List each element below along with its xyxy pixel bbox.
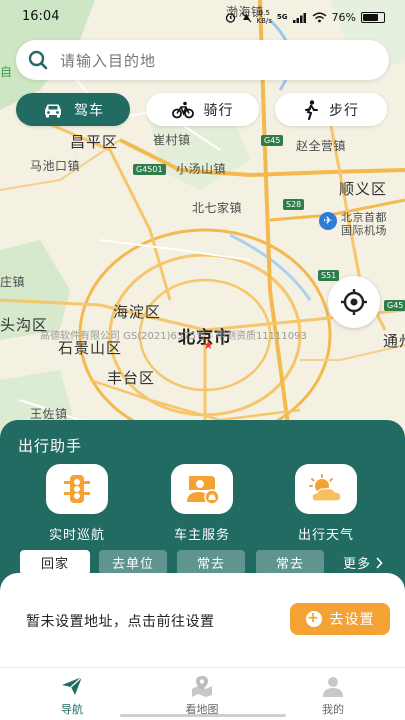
map-label-beiqijia: 北七家镇 <box>192 201 243 215</box>
search-icon <box>28 50 48 70</box>
bicycle-icon <box>171 101 194 118</box>
map-label-zhaoquanying: 赵全营镇 <box>296 139 347 153</box>
signal-icon <box>292 12 306 23</box>
feature-label: 出行天气 <box>297 528 354 543</box>
feature-label: 车主服务 <box>173 528 230 543</box>
navigation-arrow-icon <box>62 676 83 695</box>
battery-percent: 76% <box>331 10 356 24</box>
map-label-haidian: 海淀区 <box>113 303 162 321</box>
map-label-zi: 自 <box>0 65 13 79</box>
nav-label: 我的 <box>322 703 344 716</box>
map-label-changping: 昌平区 <box>70 133 119 151</box>
feature-weather[interactable]: 出行天气 <box>281 464 371 543</box>
mode-tab-drive[interactable]: 驾车 <box>16 93 130 126</box>
map-icon <box>192 676 212 697</box>
feature-icon-box <box>171 464 233 514</box>
mode-tab-label: 骑行 <box>203 102 234 119</box>
car-icon <box>45 104 61 117</box>
addr-tab-frequent-1[interactable]: 常去 <box>177 550 245 575</box>
more-label: 更多 <box>343 557 372 572</box>
locate-button[interactable] <box>328 276 380 328</box>
empty-address-message: 暂未设置地址，点击前往设置 <box>26 614 215 630</box>
battery-icon <box>361 11 385 23</box>
bottom-nav: 导航 看地图 我的 <box>0 667 405 720</box>
road-badge: S28 <box>283 199 305 210</box>
setup-button[interactable]: + 去设置 <box>290 603 390 635</box>
nav-item-map[interactable]: 看地图 <box>162 675 242 717</box>
road-badge: S51 <box>318 270 340 281</box>
map-label-machikou: 马池口镇 <box>30 159 81 173</box>
nav-item-navigation[interactable]: 导航 <box>32 675 112 717</box>
walking-icon <box>305 99 318 120</box>
more-tabs-button[interactable]: 更多 <box>343 550 383 575</box>
mode-tab-label: 步行 <box>329 102 359 119</box>
map-label-cuicun: 崔村镇 <box>153 133 191 147</box>
network-speed: 0.5 KB/s <box>256 9 272 25</box>
setup-label: 去设置 <box>329 612 375 628</box>
map-label-xiaotangshan: 小汤山镇 <box>176 162 227 176</box>
status-bar: 16:04 0.5 KB/s 5G 76% <box>0 0 405 34</box>
assistant-title: 出行助手 <box>18 437 83 455</box>
status-time: 16:04 <box>22 9 60 24</box>
weather-icon <box>309 474 342 502</box>
airport-icon: ✈ <box>319 212 337 230</box>
user-icon <box>323 677 343 697</box>
alarm-icon <box>225 12 235 23</box>
map-label-fengtai: 丰台区 <box>107 369 156 387</box>
search-placeholder: 请输入目的地 <box>60 51 157 70</box>
addr-tab-home[interactable]: 回家 <box>20 550 90 575</box>
home-indicator <box>120 714 286 717</box>
road-badge: G4501 <box>133 164 166 175</box>
chevron-right-icon <box>376 556 383 569</box>
nav-label: 导航 <box>61 703 83 716</box>
car-owner-icon <box>187 476 220 505</box>
map-label-airport-2: 国际机场 <box>341 224 387 237</box>
road-badge: G45 <box>384 300 405 311</box>
address-card: 暂未设置地址，点击前往设置 + 去设置 <box>0 573 405 668</box>
mode-tab-bike[interactable]: 骑行 <box>146 93 259 126</box>
plus-icon: + <box>305 610 322 627</box>
feature-icon-box <box>46 464 108 514</box>
map-label-tongzhou: 通州 <box>383 332 405 350</box>
feature-live-cruise[interactable]: 实时巡航 <box>32 464 122 543</box>
crosshair-icon <box>341 289 367 315</box>
addr-tab-work[interactable]: 去单位 <box>99 550 167 575</box>
nav-item-mine[interactable]: 我的 <box>293 675 373 717</box>
search-input[interactable]: 请输入目的地 <box>16 40 389 80</box>
map-label-shunyi: 顺义区 <box>339 180 388 198</box>
mute-icon <box>241 12 251 22</box>
traffic-light-icon <box>64 475 90 503</box>
network-type: 5G <box>276 13 288 21</box>
road-badge: G45 <box>261 135 284 146</box>
feature-car-owner[interactable]: 车主服务 <box>157 464 247 543</box>
feature-label: 实时巡航 <box>48 528 105 543</box>
addr-tab-frequent-2[interactable]: 常去 <box>256 550 324 575</box>
mode-tab-walk[interactable]: 步行 <box>275 93 387 126</box>
mode-tab-label: 驾车 <box>74 102 104 119</box>
map-label-zhaizhen: 庄镇 <box>0 275 26 289</box>
wifi-icon <box>312 12 326 22</box>
feature-icon-box <box>295 464 357 514</box>
map-copyright: 高德软件有限公司 GS(2021)6375号 - 甲测资质11111093 <box>40 331 307 342</box>
